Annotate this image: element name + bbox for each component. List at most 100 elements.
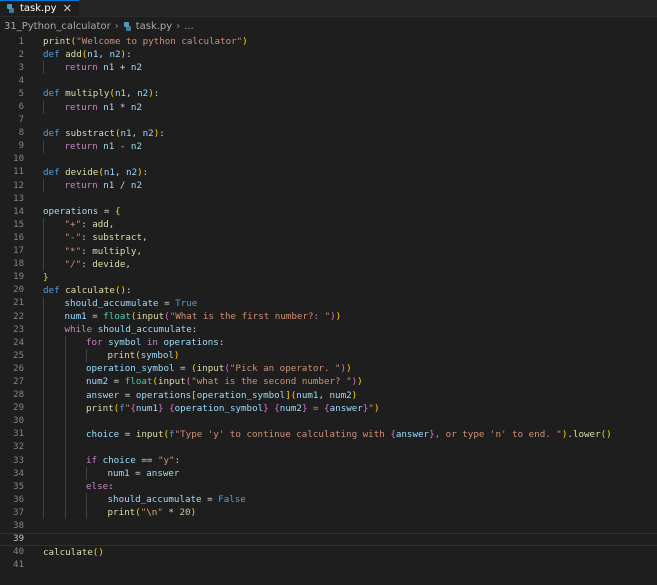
code-line[interactable]: 29 print(f"{num1} {operation_symbol} {num… — [0, 401, 657, 415]
python-file-icon — [123, 21, 132, 31]
code-line[interactable]: 21 should_accumulate = True — [0, 296, 657, 310]
code-token: : — [81, 219, 93, 231]
line-number: 29 — [13, 403, 24, 414]
code-line[interactable]: 34 num1 = answer — [0, 467, 657, 481]
code-line[interactable]: 31 choice = input(f"Type 'y' to continue … — [0, 427, 657, 441]
code-line[interactable]: 17 "*": multiply, — [0, 244, 657, 258]
code-line[interactable]: 35 else: — [0, 480, 657, 494]
code-token: ) — [357, 376, 363, 388]
code-line[interactable]: 39 — [0, 532, 657, 546]
indent-guide — [43, 375, 44, 389]
code-token: return — [64, 180, 104, 192]
code-token: n1 — [103, 62, 115, 74]
code-token: num2 — [279, 402, 302, 414]
code-token: n1 — [103, 101, 115, 113]
code-line[interactable]: 20 def calculate(): — [0, 284, 657, 297]
code-text: answer = operations[operation_symbol](nu… — [86, 390, 357, 401]
code-token: def — [43, 88, 66, 100]
line-number: 26 — [13, 363, 24, 374]
code-token: input — [196, 363, 225, 375]
code-token: operation_symbol — [196, 389, 286, 401]
tab-task-py[interactable]: task.py ✕ — [0, 0, 79, 16]
code-line[interactable]: 19} — [0, 271, 657, 284]
code-line[interactable]: 1 print("Welcome to python calculator") — [0, 35, 657, 48]
line-number: 6 — [18, 102, 24, 113]
code-token: else — [86, 481, 109, 493]
code-text: print(f"{num1} {operation_symbol} {num2}… — [86, 403, 379, 414]
code-token: "+" — [64, 219, 82, 231]
code-token: , — [131, 127, 143, 139]
code-line[interactable]: 32 — [0, 440, 657, 454]
code-line[interactable]: 22 num1 = float(input("What is the first … — [0, 309, 657, 324]
code-line[interactable]: 11 def devide(n1, n2): — [0, 166, 657, 179]
code-line[interactable]: 27 num2 = float(input("what is the second… — [0, 375, 657, 389]
code-line[interactable]: 2 def add(n1, n2): — [0, 48, 657, 61]
code-line[interactable]: 9 return n1 - n2 — [0, 139, 657, 153]
indent-guide — [64, 480, 66, 494]
code-line[interactable]: 25 print(symbol) — [0, 349, 657, 363]
code-token: print — [107, 507, 136, 519]
code-token: , — [98, 49, 110, 61]
breadcrumb-folder[interactable]: 31_Python_calculator — [4, 21, 111, 32]
line-number: 23 — [13, 324, 24, 335]
code-line[interactable]: 13 — [0, 192, 657, 205]
line-number: 15 — [13, 219, 24, 230]
line-number: 10 — [13, 154, 24, 165]
code-line[interactable]: 24 for symbol in operations: — [0, 336, 657, 350]
line-number: 12 — [13, 180, 24, 191]
close-icon[interactable]: ✕ — [63, 3, 72, 14]
line-number: 28 — [13, 390, 24, 401]
code-line[interactable]: 12 return n1 / n2 — [0, 179, 657, 193]
code-token: def — [43, 127, 66, 139]
breadcrumb-symbols[interactable]: ... — [184, 21, 194, 32]
code-token: answer — [395, 428, 430, 440]
code-line[interactable]: 4 — [0, 74, 657, 87]
indent-guide — [43, 218, 44, 232]
code-text: print(symbol) — [108, 350, 180, 361]
code-token: print — [43, 36, 71, 48]
code-line[interactable]: 30 — [0, 414, 657, 428]
code-token: () — [92, 546, 104, 558]
code-token: 20 — [179, 507, 191, 519]
code-line[interactable]: 41 — [0, 559, 657, 572]
code-line[interactable]: 6 return n1 * n2 — [0, 100, 657, 114]
code-token: for — [86, 337, 109, 349]
code-token: calculate — [65, 284, 115, 296]
code-line[interactable]: 38 — [0, 519, 657, 532]
code-line[interactable]: 7 — [0, 114, 657, 127]
code-line[interactable]: 36 should_accumulate = False — [0, 493, 657, 507]
code-line[interactable]: 15 "+": add, — [0, 218, 657, 232]
code-token: def — [43, 284, 66, 296]
code-text: def substract(n1, n2): — [43, 128, 165, 139]
code-line[interactable]: 16 "-": substract, — [0, 231, 657, 245]
line-number: 37 — [13, 507, 24, 518]
code-editor[interactable]: 1 print("Welcome to python calculator") 2 d… — [0, 35, 657, 585]
code-line[interactable]: 14 operations = { — [0, 205, 657, 218]
indent-guide — [43, 296, 44, 310]
code-token: : — [126, 284, 132, 296]
code-line[interactable]: 40 calculate() — [0, 546, 657, 559]
code-line[interactable]: 5 def multiply(n1, n2): — [0, 87, 657, 100]
code-line[interactable]: 10 — [0, 153, 657, 166]
indent-guide — [43, 179, 44, 193]
line-number: 33 — [13, 455, 24, 466]
code-line[interactable]: 26 operation_symbol = (input("Pick an ope… — [0, 362, 657, 376]
code-token: n2 — [130, 62, 142, 74]
code-line[interactable]: 33 if choice == "y": — [0, 454, 657, 468]
line-number: 5 — [18, 88, 24, 99]
line-number: 20 — [13, 285, 24, 296]
indent-guide — [64, 375, 66, 389]
code-line[interactable]: 3 return n1 + n2 — [0, 61, 657, 75]
code-line[interactable]: 18 "/": devide, — [0, 257, 657, 271]
code-text: operation_symbol = (input("Pick an opera… — [86, 363, 352, 374]
code-token: : — [159, 127, 165, 139]
code-token: , — [108, 219, 115, 231]
code-text: operations = { — [43, 206, 120, 217]
code-line[interactable]: 28 answer = operations[operation_symbol](… — [0, 388, 657, 402]
code-line[interactable]: 8 def substract(n1, n2): — [0, 127, 657, 140]
breadcrumb-file[interactable]: task.py — [123, 21, 172, 32]
line-number: 21 — [13, 298, 24, 309]
code-line[interactable]: 23 while should_accumulate: — [0, 323, 657, 337]
code-token: def — [43, 49, 66, 61]
code-line[interactable]: 37 print("\n" * 20) — [0, 506, 657, 520]
